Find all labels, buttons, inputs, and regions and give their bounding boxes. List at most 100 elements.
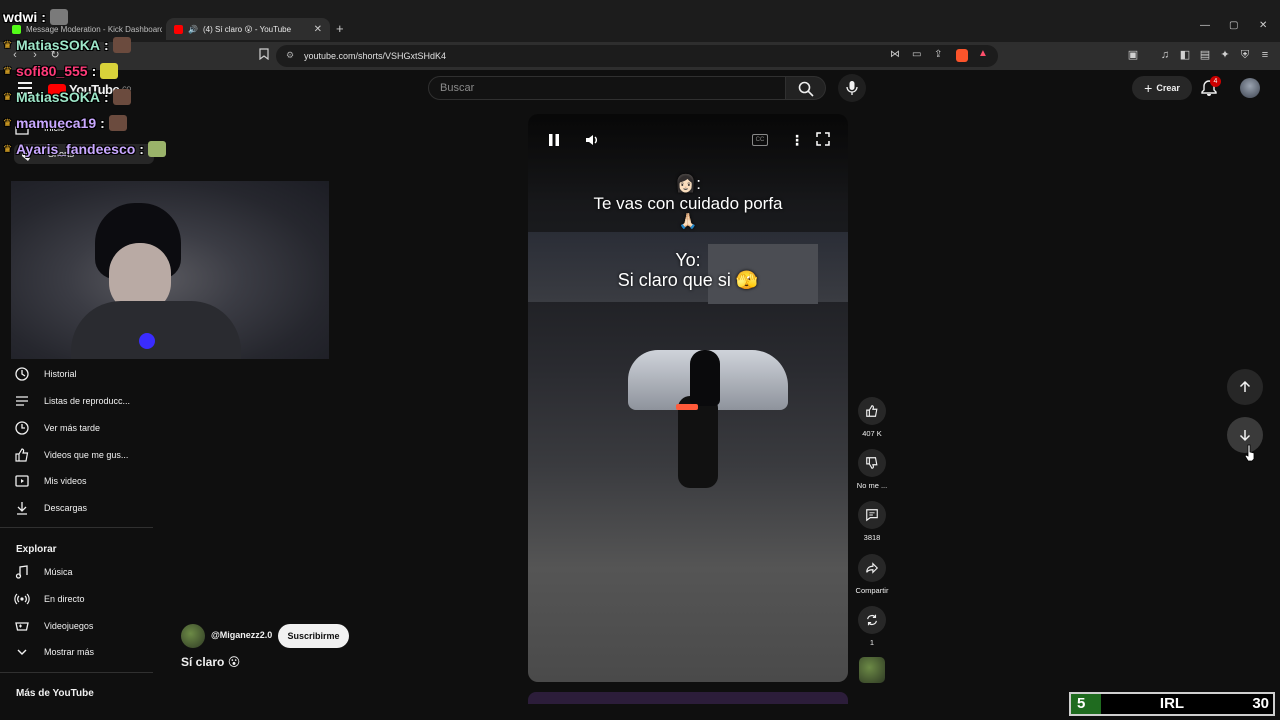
url-field[interactable]: ⚙ youtube.com/shorts/VSHGxtSHdK4 ⋈ ▭ ⇪ ▲	[276, 45, 998, 67]
shorts-video-player[interactable]: CC ⋮ 👩🏻: Te vas con cuidado porfa 🙏🏻 Yo:…	[528, 114, 848, 682]
dislike-label: No me ...	[856, 481, 888, 490]
sidebar-item-watch-later[interactable]: Ver más tarde	[14, 418, 154, 438]
menu-icon[interactable]: ≡	[1258, 48, 1272, 62]
subscribe-button[interactable]: Suscribirme	[278, 624, 349, 648]
short-title: Sí claro 😮	[181, 655, 241, 669]
sidebar-divider	[0, 527, 153, 528]
search-input[interactable]: Buscar	[428, 76, 786, 100]
maximize-button[interactable]: ▢	[1229, 20, 1238, 31]
tab-youtube[interactable]: 🔊 (4) Sí claro 😮 - YouTube ✕	[166, 18, 330, 40]
search-button[interactable]	[786, 76, 826, 100]
chat-emote-icon	[49, 9, 68, 25]
split-view-icon[interactable]: ◧	[1178, 48, 1192, 62]
kick-favicon-icon	[12, 24, 21, 34]
next-short-preview[interactable]	[528, 692, 848, 704]
chat-message: ♛ MatiasSOKA :	[3, 37, 131, 53]
share-button[interactable]: Compartir	[850, 554, 894, 595]
sidebar-item-playlists[interactable]: Listas de reproducc...	[14, 391, 154, 411]
media-icon[interactable]: ♫	[1158, 48, 1172, 62]
site-info-icon[interactable]: ⚙	[286, 50, 294, 61]
crown-badge-icon: ♛	[3, 91, 12, 103]
dislike-button[interactable]: No me ...	[850, 449, 894, 490]
cast-icon[interactable]: ▭	[912, 49, 921, 60]
pause-button[interactable]	[546, 132, 562, 153]
sound-thumbnail[interactable]	[859, 657, 885, 683]
arrow-down-icon	[1239, 430, 1251, 442]
crown-badge-icon: ♛	[3, 143, 12, 155]
share-label: Compartir	[855, 586, 889, 595]
browser-tab-bar: Message Moderation - Kick Dashboard 🔊 (4…	[0, 0, 1280, 42]
brave-rewards-icon[interactable]: ▲	[978, 48, 988, 59]
share-page-icon[interactable]: ⇪	[934, 49, 942, 60]
caption-emoji-line: 🙏🏻	[678, 213, 698, 230]
like-button[interactable]: 407 K	[850, 397, 894, 438]
caption-emoji-line: 👩🏻:	[675, 174, 701, 193]
crown-badge-icon: ♛	[3, 65, 12, 77]
close-tab-icon[interactable]: ✕	[314, 24, 322, 35]
remix-button[interactable]: 1	[850, 606, 894, 647]
microphone-icon	[846, 81, 858, 95]
thumb-up-icon	[15, 448, 29, 462]
chat-emote-icon	[147, 141, 166, 157]
leo-ai-icon[interactable]: ✦	[1218, 48, 1232, 62]
mouse-cursor	[1244, 444, 1256, 467]
live-icon	[14, 593, 30, 605]
search-icon	[798, 81, 814, 97]
sidebar-item-gaming[interactable]: Videojuegos	[14, 616, 154, 636]
tab-title: (4) Sí claro 😮 - YouTube	[202, 24, 292, 34]
chat-emote-icon	[112, 37, 131, 53]
streamer-shirt	[71, 301, 241, 359]
chat-message: ♛ sofi80_555 :	[3, 63, 119, 79]
notifications-button[interactable]: 4	[1201, 76, 1221, 102]
create-button[interactable]: + Crear	[1132, 76, 1192, 100]
previous-short-button[interactable]	[1227, 369, 1263, 405]
no-tracking-icon[interactable]: ⋈	[890, 49, 900, 60]
youtube-page: YouTube CO Buscar + Crear 4 Inicio Short…	[0, 70, 1280, 720]
close-window-button[interactable]: ✕	[1259, 20, 1267, 31]
thumb-up-icon	[866, 405, 878, 417]
channel-name[interactable]: @Miganezz2.0	[211, 630, 272, 640]
vpn-icon[interactable]: ⛨	[1238, 48, 1252, 62]
fullscreen-icon	[816, 132, 830, 146]
sidebar-item-downloads[interactable]: Descargas	[14, 498, 154, 518]
chevron-down-icon	[17, 649, 27, 655]
sidebar-item-live[interactable]: En directo	[14, 589, 154, 609]
captions-icon[interactable]: CC	[752, 134, 768, 146]
crown-badge-icon: ♛	[3, 117, 12, 129]
bookmark-icon[interactable]	[257, 48, 271, 62]
chat-username: sofi80_555	[15, 63, 88, 79]
volume-button[interactable]	[584, 132, 600, 153]
comments-button[interactable]: 3818	[850, 501, 894, 542]
sidebar-item-show-more[interactable]: Mostrar más	[14, 642, 154, 662]
fullscreen-button[interactable]	[816, 132, 830, 151]
music-icon	[15, 565, 28, 579]
avatar[interactable]	[1240, 78, 1260, 98]
sidebar-item-liked[interactable]: Videos que me gus...	[14, 445, 154, 465]
sidebar-panel-icon[interactable]: ▣	[1126, 48, 1140, 62]
webcam-overlay	[11, 181, 329, 359]
chat-emote-icon	[108, 115, 127, 131]
youtube-favicon-icon	[174, 24, 183, 34]
caption-line: Yo:	[675, 250, 701, 270]
chat-username: Ayaris_fandeesco	[15, 141, 136, 157]
caption-line: Te vas con cuidado porfa	[593, 194, 783, 213]
wallet-icon[interactable]: ▤	[1198, 48, 1212, 62]
minimize-button[interactable]: —	[1200, 20, 1210, 31]
clock-icon	[15, 421, 29, 435]
more-options-icon[interactable]: ⋮	[790, 132, 804, 149]
channel-avatar[interactable]	[181, 624, 205, 648]
brave-shield-icon[interactable]	[956, 49, 968, 62]
new-tab-button[interactable]: +	[336, 21, 344, 36]
playlist-icon	[16, 396, 28, 406]
sidebar-item-my-videos[interactable]: Mis videos	[14, 471, 154, 491]
volume-icon	[586, 135, 597, 145]
speaker-icon: 🔊	[188, 24, 198, 34]
gamepad-icon	[15, 622, 29, 631]
voice-search-button[interactable]	[838, 74, 866, 102]
more-from-youtube-heading: Más de YouTube	[16, 688, 94, 699]
sidebar-item-history[interactable]: Historial	[14, 364, 154, 384]
tail-light	[676, 404, 698, 410]
sidebar-item-music[interactable]: Música	[14, 562, 154, 582]
chat-emote-icon	[100, 63, 119, 79]
chat-message: ♛ MatiasSOKA :	[3, 89, 131, 105]
